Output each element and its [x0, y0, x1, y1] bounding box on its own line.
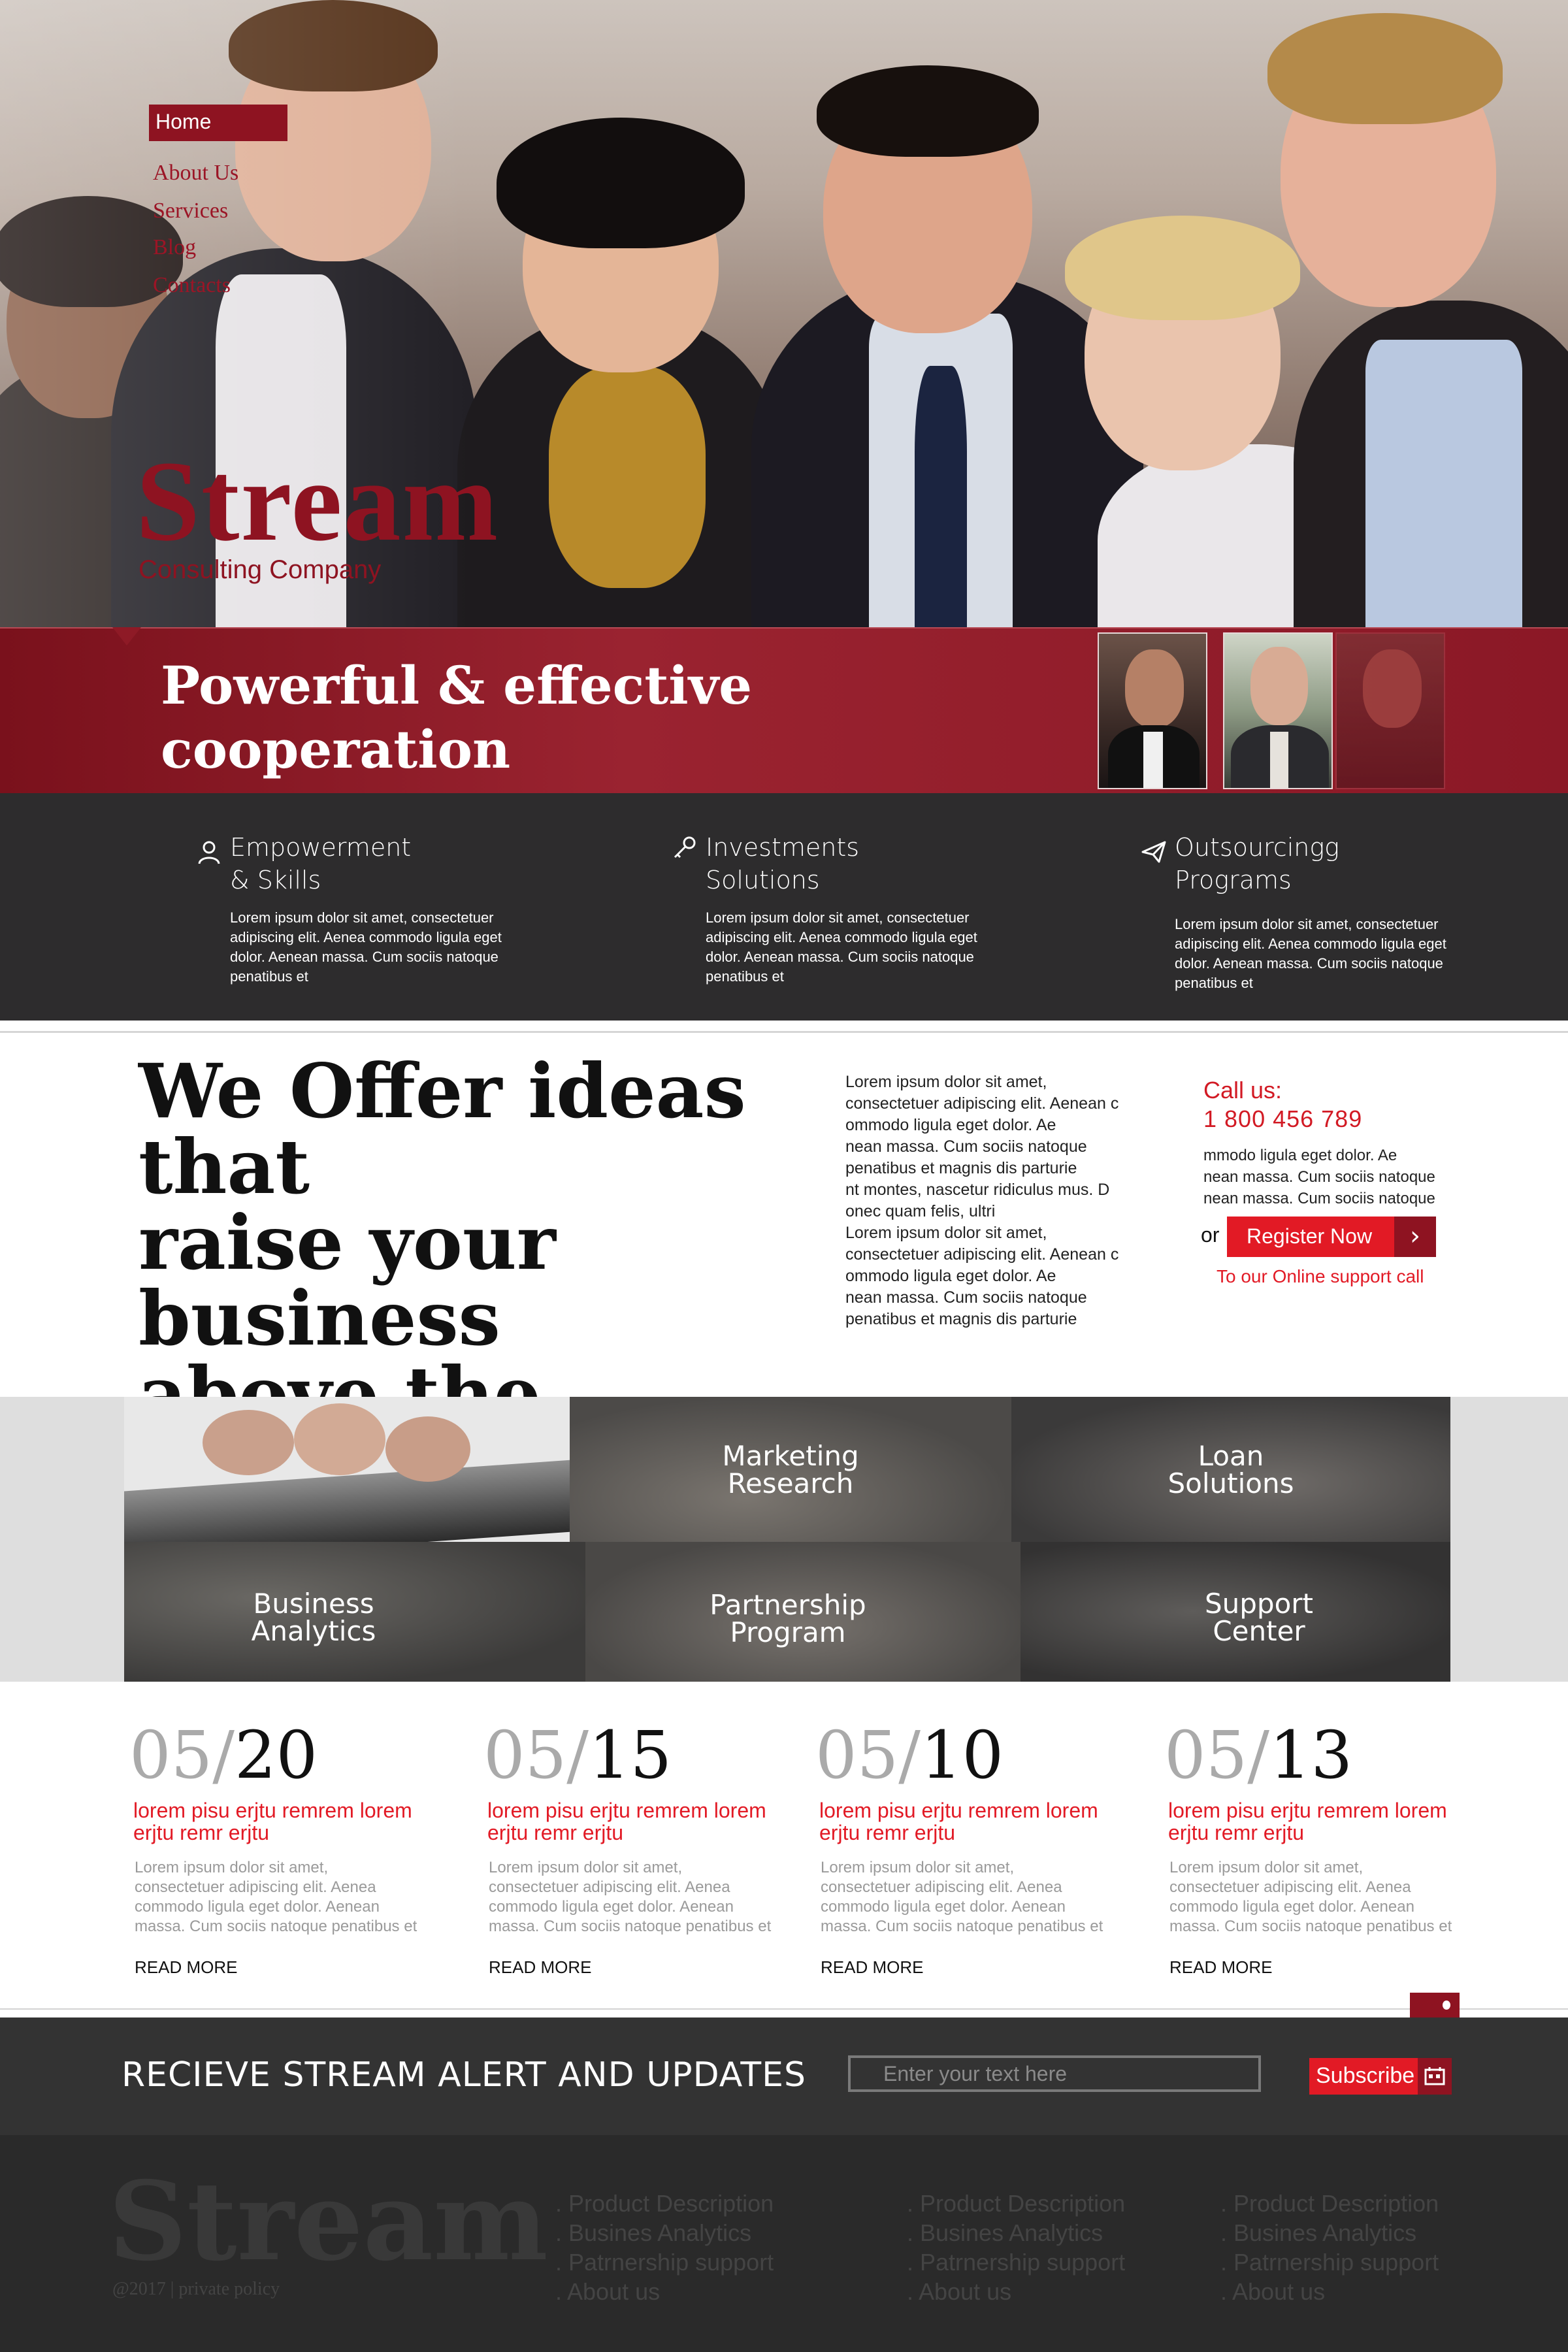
- contact-block: Call us: 1 800 456 789 mmodo ligula eget…: [1203, 1077, 1478, 1209]
- footer-links-column: . Product Description . Busines Analytic…: [555, 2189, 774, 2306]
- phone-number[interactable]: 1 800 456 789: [1203, 1105, 1478, 1133]
- footer-link[interactable]: . Product Description: [1220, 2189, 1439, 2218]
- service-title: Outsourcingg Programs: [1175, 833, 1339, 894]
- news-title[interactable]: lorem pisu erjtu remrem lorem erjtu remr…: [133, 1799, 434, 1844]
- footer-copyright[interactable]: @2017 | private policy: [112, 2279, 280, 2300]
- nav-item-blog[interactable]: Blog: [153, 235, 196, 260]
- read-more-link[interactable]: READ MORE: [135, 1957, 436, 1978]
- news-item: 05/15 lorem pisu erjtu remrem lorem erjt…: [483, 1720, 791, 1978]
- read-more-link[interactable]: READ MORE: [1169, 1957, 1471, 1978]
- or-label: or: [1201, 1223, 1220, 1247]
- news-title[interactable]: lorem pisu erjtu remrem lorem erjtu remr…: [487, 1799, 788, 1844]
- chevron-right-icon[interactable]: ›: [1394, 1217, 1436, 1257]
- footer-link[interactable]: . Patrnership support: [555, 2247, 774, 2277]
- news-date: 05/20: [129, 1717, 318, 1793]
- key-icon: [674, 836, 696, 858]
- tile-loan-solutions[interactable]: Loan Solutions: [1011, 1397, 1450, 1542]
- footer-link[interactable]: . Busines Analytics: [907, 2218, 1125, 2247]
- nav-item-about[interactable]: About Us: [153, 161, 238, 186]
- brand-logo[interactable]: Stream Consulting Company: [136, 444, 499, 585]
- news-text: Lorem ipsum dolor sit amet, consectetuer…: [1169, 1859, 1452, 1935]
- footer-links-column: . Product Description . Busines Analytic…: [907, 2189, 1125, 2306]
- footer-link[interactable]: . Busines Analytics: [555, 2218, 774, 2247]
- call-label: Call us:: [1203, 1077, 1282, 1103]
- read-more-link[interactable]: READ MORE: [821, 1957, 1122, 1978]
- scroll-top-button[interactable]: [1410, 1993, 1460, 2017]
- section-divider: [0, 1031, 1568, 1033]
- news-title[interactable]: lorem pisu erjtu remrem lorem erjtu remr…: [819, 1799, 1120, 1844]
- footer-link[interactable]: . Busines Analytics: [1220, 2218, 1439, 2247]
- news-title[interactable]: lorem pisu erjtu remrem lorem erjtu remr…: [1168, 1799, 1469, 1844]
- team-thumbnail-2[interactable]: [1223, 632, 1333, 789]
- footer-link[interactable]: . Product Description: [555, 2189, 774, 2218]
- cooperation-banner: Powerful & effective cooperation: [0, 629, 1568, 793]
- news-text: Lorem ipsum dolor sit amet, consectetuer…: [135, 1859, 417, 1935]
- paper-plane-icon: [1141, 841, 1166, 863]
- calendar-icon[interactable]: [1418, 2058, 1452, 2095]
- newsletter-input[interactable]: [848, 2055, 1261, 2092]
- news-date: 05/13: [1164, 1717, 1353, 1793]
- contact-text: mmodo ligula eget dolor. Ae nean massa. …: [1203, 1147, 1435, 1207]
- news-text: Lorem ipsum dolor sit amet, consectetuer…: [821, 1859, 1103, 1935]
- news-text: Lorem ipsum dolor sit amet, consectetuer…: [489, 1859, 772, 1935]
- footer-link[interactable]: . Patrnership support: [1220, 2247, 1439, 2277]
- newsletter-title: RECIEVE STREAM ALERT AND UPDATES: [122, 2055, 806, 2095]
- user-icon: [198, 841, 220, 864]
- tile-marketing-research[interactable]: Marketing Research: [570, 1397, 1011, 1542]
- nav-item-services[interactable]: Services: [153, 199, 228, 223]
- services-section: Empowerment & Skills Lorem ipsum dolor s…: [0, 793, 1568, 1021]
- keyboard-photo: [124, 1397, 570, 1542]
- tile-partnership-program[interactable]: Partnership Program: [585, 1542, 1021, 1682]
- tile-support-center[interactable]: Support Center: [1021, 1542, 1450, 1682]
- news-item: 05/20 lorem pisu erjtu remrem lorem erjt…: [129, 1720, 436, 1978]
- news-item: 05/13 lorem pisu erjtu remrem lorem erjt…: [1164, 1720, 1471, 1978]
- service-text: Lorem ipsum dolor sit amet, consectetuer…: [230, 909, 502, 985]
- brand-name: Stream: [136, 438, 500, 565]
- footer-logo[interactable]: Stream: [108, 2168, 548, 2276]
- nav-item-contacts[interactable]: Contacts: [153, 273, 231, 298]
- footer-link[interactable]: . About us: [1220, 2277, 1439, 2306]
- footer-link[interactable]: . About us: [907, 2277, 1125, 2306]
- nav-item-home[interactable]: Home: [149, 105, 287, 141]
- footer-link[interactable]: . Product Description: [907, 2189, 1125, 2218]
- news-date: 05/15: [483, 1717, 672, 1793]
- news-date: 05/10: [815, 1717, 1004, 1793]
- footer-links-column: . Product Description . Busines Analytic…: [1220, 2189, 1439, 2306]
- offer-description: Lorem ipsum dolor sit amet, consectetuer…: [845, 1073, 1119, 1328]
- service-text: Lorem ipsum dolor sit amet, consectetuer…: [706, 909, 977, 985]
- news-item: 05/10 lorem pisu erjtu remrem lorem erjt…: [815, 1720, 1122, 1978]
- team-thumbnail-1[interactable]: [1098, 632, 1207, 789]
- online-support-link[interactable]: To our Online support call: [1217, 1266, 1424, 1287]
- read-more-link[interactable]: READ MORE: [489, 1957, 791, 1978]
- banner-pointer: [112, 627, 141, 645]
- dot-icon: [1443, 2001, 1450, 2010]
- footer-link[interactable]: . Patrnership support: [907, 2247, 1125, 2277]
- footer-link[interactable]: . About us: [555, 2277, 774, 2306]
- service-text: Lorem ipsum dolor sit amet, consectetuer…: [1175, 916, 1446, 991]
- service-title: Investments Solutions: [706, 833, 860, 894]
- section-divider: [0, 2008, 1568, 2010]
- team-thumbnail-3[interactable]: [1335, 632, 1445, 789]
- tile-business-analytics[interactable]: Business Analytics: [124, 1542, 585, 1682]
- service-title: Empowerment & Skills: [230, 833, 412, 894]
- banner-title: Powerful & effective cooperation: [161, 655, 753, 780]
